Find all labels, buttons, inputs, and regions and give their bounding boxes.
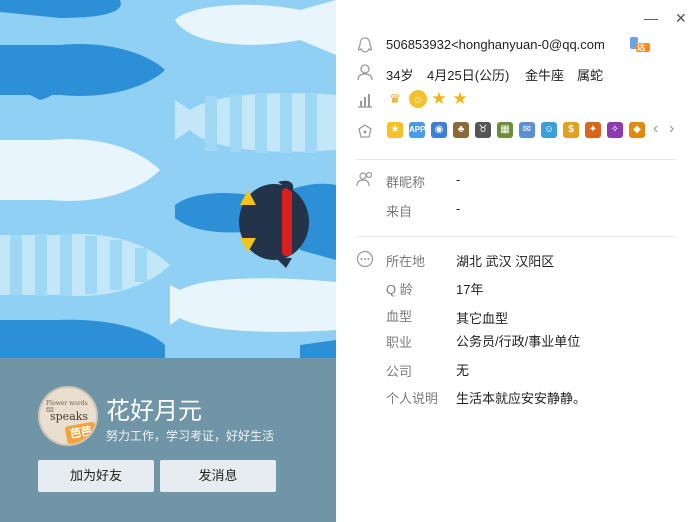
nickname: 花好月元 [106, 398, 202, 425]
add-friend-button[interactable]: 加为好友 [38, 460, 154, 492]
pet-icon[interactable]: ☺ [541, 122, 557, 138]
bio-label: 个人说明 [386, 391, 439, 406]
level-chart-icon [358, 94, 372, 108]
blood-type-value: 其它血型 [456, 311, 509, 326]
next-arrow-icon[interactable]: › [669, 120, 674, 138]
shield-icon[interactable]: ◆ [629, 122, 645, 138]
qage-label: Q 龄 [386, 282, 413, 297]
group-nickname-value: - [456, 172, 461, 187]
vip-badge[interactable]: 达人 [628, 35, 650, 63]
badge-icon [358, 124, 372, 138]
qage-value: 17年 [456, 282, 484, 297]
occupation-value: 公务员/行政/事业单位 [456, 334, 581, 349]
divider [356, 159, 676, 160]
close-button[interactable]: ✕ [675, 10, 687, 27]
blood-type-label: 血型 [386, 309, 413, 324]
from-label: 来自 [386, 204, 413, 219]
star-icon[interactable]: ★ [430, 90, 448, 108]
bio-value: 生活本就应安安静静。 [456, 391, 587, 406]
signature: 努力工作，学习考证，好好生活 [106, 429, 275, 443]
constellation: 金牛座 [525, 68, 565, 83]
location-label: 所在地 [386, 254, 426, 269]
group-icon [356, 171, 373, 187]
mail-icon[interactable]: ✉ [519, 122, 535, 138]
game-icon[interactable]: ▦ [497, 122, 513, 138]
avatar-text: speaks [50, 410, 89, 423]
from-value: - [456, 201, 461, 216]
person-icon [357, 64, 373, 81]
divider [356, 236, 676, 237]
minimize-button[interactable]: — [644, 10, 658, 26]
company-label: 公司 [386, 364, 413, 379]
profile-card-left: Flower words fill speaks 芭芭 花好月元 努力工作，学习… [0, 0, 336, 522]
cover-banner [0, 0, 336, 358]
wand-icon[interactable]: ✧ [607, 122, 623, 138]
coin-icon[interactable]: $ [563, 122, 579, 138]
group-nickname-label: 群昵称 [386, 175, 426, 190]
sun-icon[interactable]: ☼ [409, 90, 427, 108]
medal-icon[interactable]: ✦ [585, 122, 601, 138]
company-value: 无 [456, 363, 470, 378]
qq-penguin-icon [357, 37, 373, 53]
prev-arrow-icon[interactable]: ‹ [653, 120, 658, 138]
crown-icon[interactable]: ♛ [386, 90, 404, 108]
photo-icon[interactable]: ◉ [431, 122, 447, 138]
more-info-icon [356, 250, 374, 268]
qq-email: 506853932<honghanyuan-0@qq.com [386, 37, 605, 52]
star-app-icon[interactable]: ★ [387, 122, 403, 138]
app-icon[interactable]: APP [409, 122, 425, 138]
send-message-button[interactable]: 发消息 [160, 460, 276, 492]
age: 34岁 [386, 68, 414, 83]
star-icon[interactable]: ★ [451, 90, 469, 108]
location-value: 湖北 武汉 汉阳区 [456, 254, 555, 269]
zodiac: 属蛇 [577, 68, 604, 83]
avatar[interactable]: Flower words fill speaks 芭芭 [38, 386, 98, 446]
vip-badge-label: 达人 [637, 43, 645, 63]
plant-icon[interactable]: ♣ [453, 122, 469, 138]
cow-icon[interactable]: ♉ [475, 122, 491, 138]
occupation-label: 职业 [386, 335, 413, 350]
birthday: 4月25日(公历) [427, 68, 510, 83]
